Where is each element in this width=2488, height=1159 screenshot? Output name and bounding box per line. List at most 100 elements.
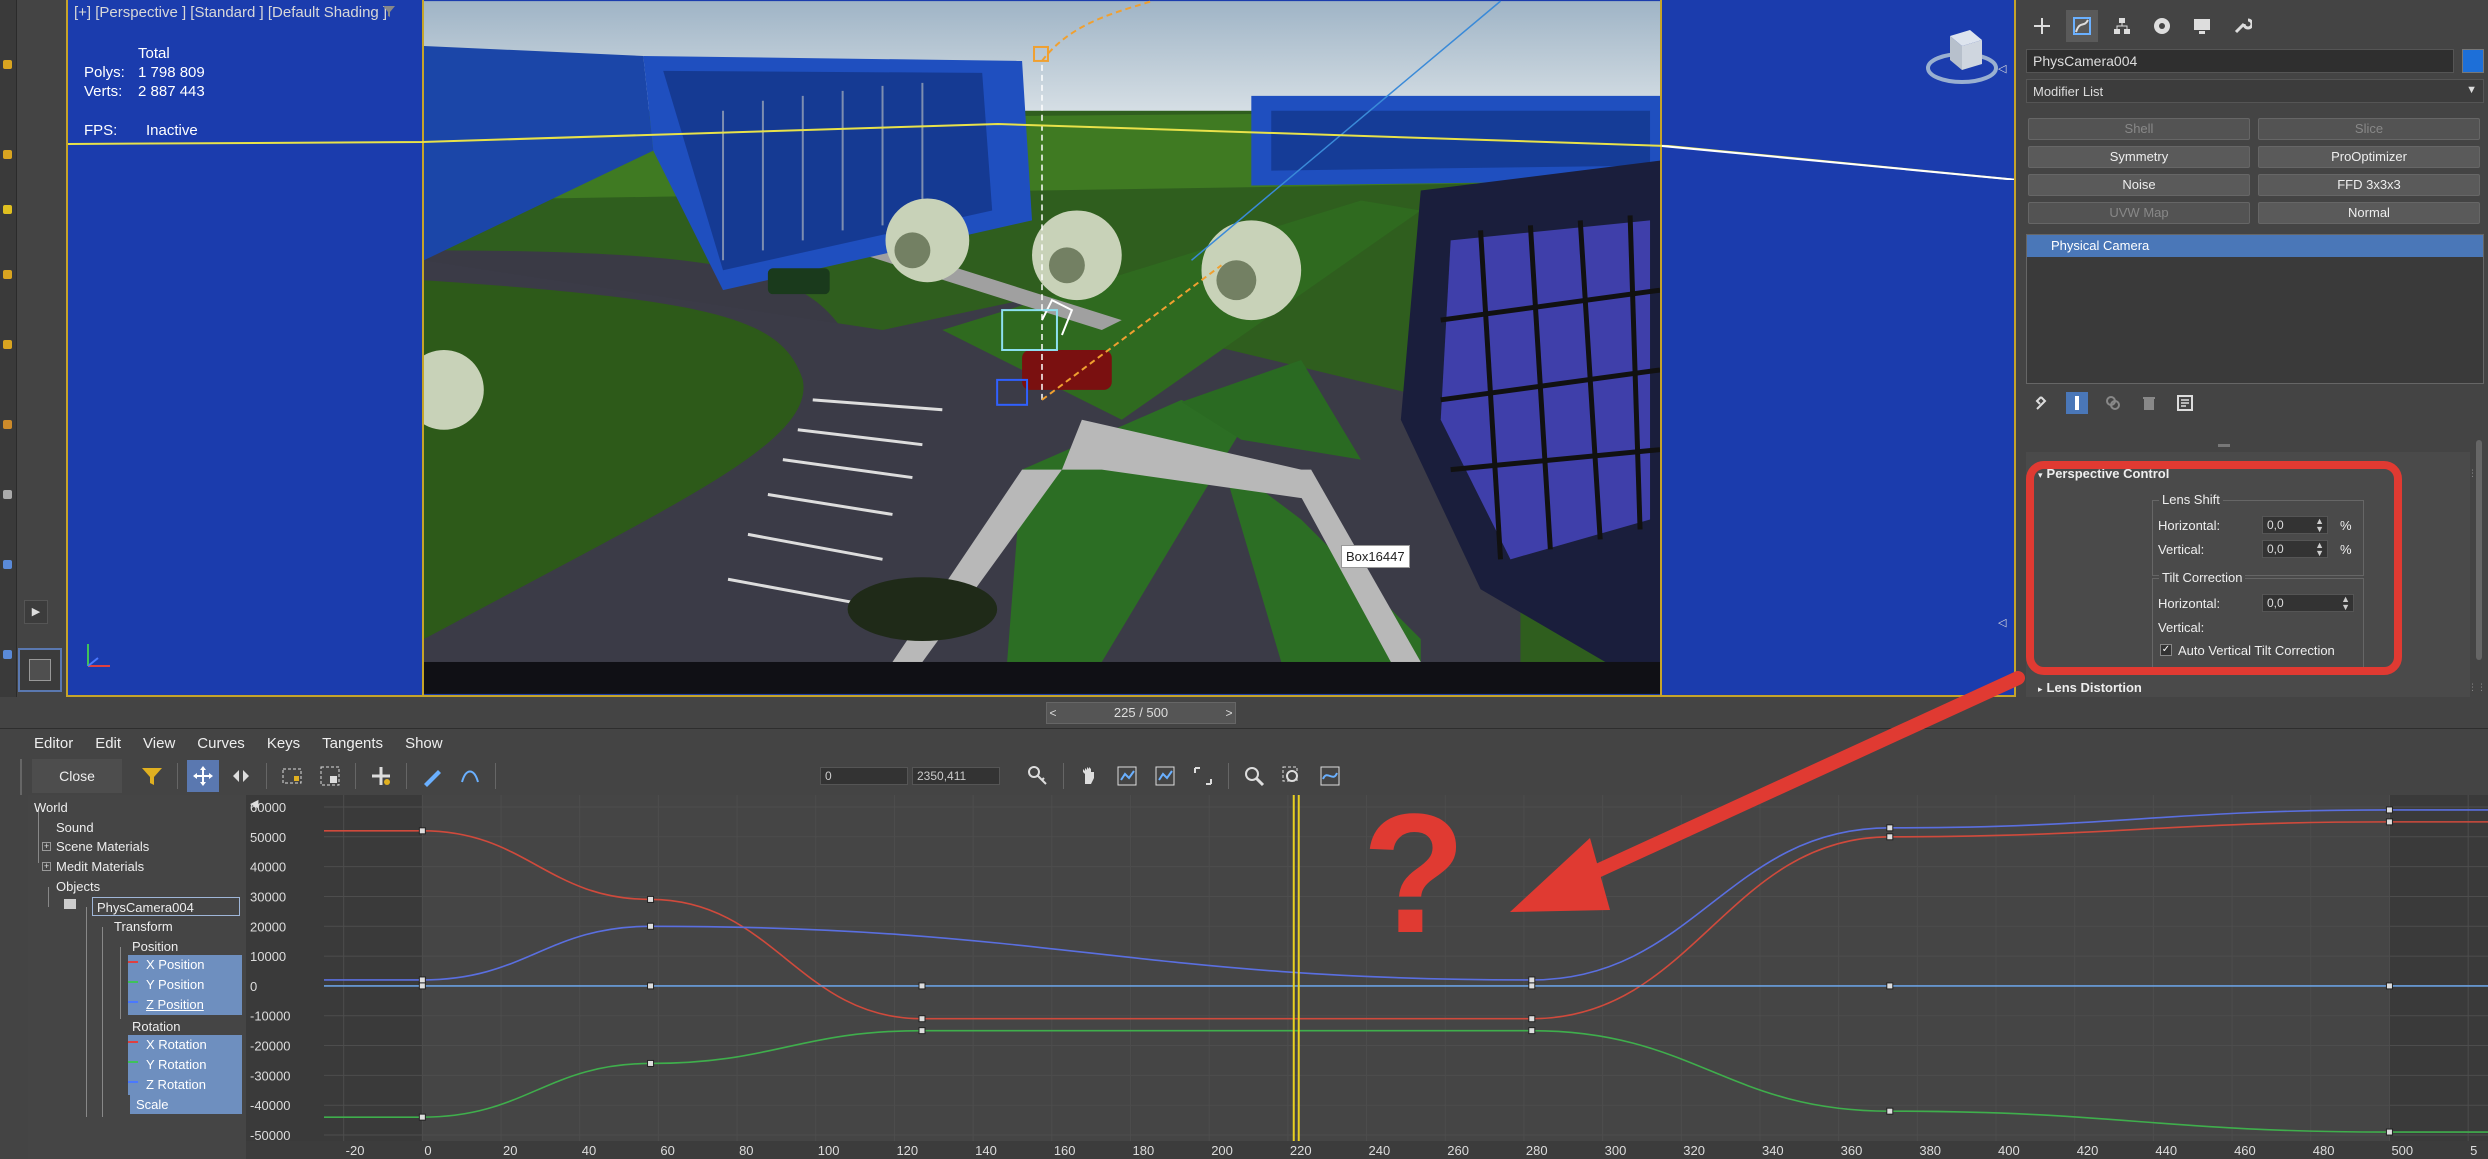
menu-view[interactable]: View xyxy=(143,735,175,752)
viewcube-icon[interactable] xyxy=(1926,26,1998,92)
draw-curves-icon[interactable] xyxy=(416,760,448,792)
expand-icon[interactable]: + xyxy=(42,862,51,871)
time-slider-next[interactable]: > xyxy=(1222,702,1236,724)
object-name-field[interactable]: PhysCamera004 xyxy=(2026,49,2454,73)
pan-icon[interactable] xyxy=(1073,760,1105,792)
zoom-region-icon[interactable] xyxy=(1276,760,1308,792)
key-icon[interactable] xyxy=(1022,760,1054,792)
x-tick-label: 360 xyxy=(1841,1143,1863,1158)
remove-modifier-icon[interactable] xyxy=(2138,392,2160,414)
modifier-button-prooptimizer[interactable]: ProOptimizer xyxy=(2258,146,2480,168)
controller-tree[interactable]: World Sound + Scene Materials + Medit Ma… xyxy=(28,795,246,1159)
menu-edit[interactable]: Edit xyxy=(95,735,121,752)
time-slider-prev[interactable]: < xyxy=(1046,702,1060,724)
tree-item-z-rotation[interactable]: Z Rotation xyxy=(146,1075,206,1094)
frame-values-icon[interactable] xyxy=(1149,760,1181,792)
menu-curves[interactable]: Curves xyxy=(197,735,245,752)
create-tab-icon[interactable] xyxy=(2026,10,2058,42)
command-panel-tabs xyxy=(2026,10,2258,42)
tree-item-scale[interactable]: Scale xyxy=(136,1095,169,1114)
frame-selection-icon[interactable] xyxy=(1187,760,1219,792)
tool-icon[interactable] xyxy=(3,340,12,349)
hierarchy-tab-icon[interactable] xyxy=(2106,10,2138,42)
slide-keys-icon[interactable] xyxy=(225,760,257,792)
reduce-keys-icon[interactable] xyxy=(454,760,486,792)
modifier-button-shell[interactable]: Shell xyxy=(2028,118,2250,140)
tree-item-physcamera004[interactable]: PhysCamera004 xyxy=(92,897,240,916)
add-keys-icon[interactable] xyxy=(365,760,397,792)
viewport-perspective[interactable]: [+] [Perspective ] [Standard ] [Default … xyxy=(66,0,2016,697)
configure-sets-icon[interactable] xyxy=(2174,392,2196,414)
tree-item-rotation[interactable]: Rotation xyxy=(132,1017,180,1036)
tool-icon[interactable] xyxy=(3,560,12,569)
modifier-button-ffd[interactable]: FFD 3x3x3 xyxy=(2258,174,2480,196)
tree-item-sound[interactable]: Sound xyxy=(56,818,94,837)
curve-key xyxy=(418,976,426,984)
modify-tab-icon[interactable] xyxy=(2066,10,2098,42)
command-panel-scrollbar[interactable] xyxy=(2476,440,2482,660)
zoom-icon[interactable] xyxy=(1238,760,1270,792)
scale-values-icon[interactable] xyxy=(314,760,346,792)
display-tab-icon[interactable] xyxy=(2186,10,2218,42)
tree-item-x-rotation[interactable]: X Rotation xyxy=(146,1035,207,1054)
play-icon[interactable]: ▶ xyxy=(24,600,48,624)
stats-polys-value: 1 798 809 xyxy=(138,64,205,81)
object-color-swatch[interactable] xyxy=(2462,49,2484,73)
close-button[interactable]: Close xyxy=(32,759,122,793)
tree-item-world[interactable]: World xyxy=(34,798,68,817)
rollout-grip-icon: ⋮⋮ xyxy=(2468,682,2486,692)
tool-icon[interactable] xyxy=(3,270,12,279)
menu-show[interactable]: Show xyxy=(405,735,443,752)
tree-item-transform[interactable]: Transform xyxy=(114,917,173,936)
tool-icon[interactable] xyxy=(3,205,12,214)
scale-keys-icon[interactable] xyxy=(276,760,308,792)
utilities-tab-icon[interactable] xyxy=(2226,10,2258,42)
filter-icon[interactable] xyxy=(136,760,168,792)
viewport-label[interactable]: [+] [Perspective ] [Standard ] [Default … xyxy=(74,4,387,21)
stack-item-physical-camera[interactable]: Physical Camera xyxy=(2027,235,2483,257)
modifier-button-slice[interactable]: Slice xyxy=(2258,118,2480,140)
viewport-layout-button[interactable] xyxy=(18,648,62,692)
tree-item-z-position[interactable]: Z Position xyxy=(146,995,204,1014)
motion-tab-icon[interactable] xyxy=(2146,10,2178,42)
modifier-stack[interactable]: Physical Camera xyxy=(2026,234,2484,384)
curve-key xyxy=(647,895,655,903)
tree-item-position[interactable]: Position xyxy=(132,937,178,956)
value-field[interactable]: 2350,411 xyxy=(912,767,1000,785)
tree-item-scene-materials[interactable]: Scene Materials xyxy=(56,837,149,856)
make-unique-icon[interactable] xyxy=(2102,392,2124,414)
modifier-button-normal[interactable]: Normal xyxy=(2258,202,2480,224)
curve-key xyxy=(2385,982,2393,990)
modifier-button-symmetry[interactable]: Symmetry xyxy=(2028,146,2250,168)
tool-icon[interactable] xyxy=(3,150,12,159)
x-tick-label: 0 xyxy=(424,1143,431,1158)
menu-keys[interactable]: Keys xyxy=(267,735,300,752)
tool-icon[interactable] xyxy=(3,60,12,69)
tree-item-y-position[interactable]: Y Position xyxy=(146,975,204,994)
filter-icon[interactable] xyxy=(382,4,396,18)
modifier-list-dropdown[interactable]: Modifier List ▼ xyxy=(2026,79,2484,103)
expand-icon[interactable]: + xyxy=(42,842,51,851)
tree-item-medit-materials[interactable]: Medit Materials xyxy=(56,857,144,876)
pin-stack-icon[interactable] xyxy=(2030,392,2052,414)
tool-icon[interactable] xyxy=(3,650,12,659)
isolate-curve-icon[interactable] xyxy=(1314,760,1346,792)
time-slider[interactable]: 225 / 500 xyxy=(1046,702,1236,724)
rollout-lens-distortion[interactable]: ▸ Lens Distortion xyxy=(2038,680,2142,695)
curve-key xyxy=(1528,1027,1536,1035)
panel-splitter[interactable] xyxy=(2218,444,2230,447)
modifier-button-noise[interactable]: Noise xyxy=(2028,174,2250,196)
menu-tangents[interactable]: Tangents xyxy=(322,735,383,752)
frame-field[interactable]: 0 xyxy=(820,767,908,785)
modifier-button-uvw-map[interactable]: UVW Map xyxy=(2028,202,2250,224)
tool-icon[interactable] xyxy=(3,420,12,429)
tool-icon[interactable] xyxy=(3,490,12,499)
x-tick-label: 340 xyxy=(1762,1143,1784,1158)
frame-horizontal-icon[interactable] xyxy=(1111,760,1143,792)
menu-editor[interactable]: Editor xyxy=(34,735,73,752)
tree-item-y-rotation[interactable]: Y Rotation xyxy=(146,1055,206,1074)
tree-item-x-position[interactable]: X Position xyxy=(146,955,205,974)
show-end-result-icon[interactable] xyxy=(2066,392,2088,414)
move-keys-icon[interactable] xyxy=(187,760,219,792)
tree-item-objects[interactable]: Objects xyxy=(56,877,100,896)
